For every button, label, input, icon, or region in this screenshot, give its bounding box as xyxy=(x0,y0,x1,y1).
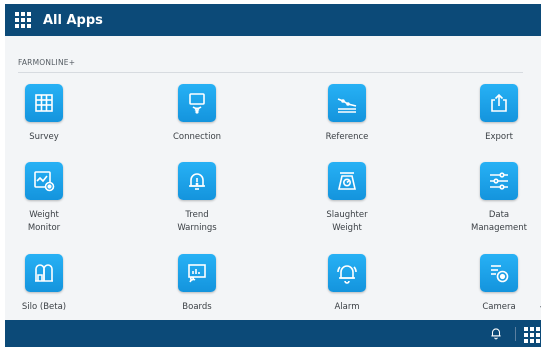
tile-label: Trend Warnings xyxy=(177,210,217,233)
tile-label: Silo (Beta) xyxy=(21,302,67,312)
section-label: FARMONLINE+ xyxy=(18,58,76,67)
page-title: All Apps xyxy=(43,12,103,28)
alarm-icon[interactable] xyxy=(328,254,366,292)
app-tile-boards[interactable]: Boards xyxy=(142,254,252,314)
app-footer xyxy=(5,320,541,347)
tile-label: Export xyxy=(485,132,513,142)
apps-grid-icon[interactable] xyxy=(524,327,540,343)
slaughter-weight-icon[interactable] xyxy=(328,162,366,200)
tile-label: Reference xyxy=(325,132,369,142)
export-icon[interactable] xyxy=(480,84,518,122)
scroll-down-arrow-icon[interactable] xyxy=(540,306,541,310)
app-header: All Apps xyxy=(5,4,541,36)
weight-monitor-icon[interactable] xyxy=(25,162,63,200)
boards-icon[interactable] xyxy=(178,254,216,292)
survey-icon[interactable] xyxy=(25,84,63,122)
tile-label: Slaughter Weight xyxy=(326,210,368,233)
footer-divider xyxy=(515,327,516,341)
tile-label: Camera xyxy=(482,302,516,312)
tile-label: Connection xyxy=(172,132,222,142)
app-tile-trend-warnings[interactable]: Trend Warnings xyxy=(142,162,252,235)
tile-label: Data Management xyxy=(471,210,527,233)
app-tile-camera[interactable]: Camera xyxy=(444,254,541,314)
app-tile-data-management[interactable]: Data Management xyxy=(444,162,541,235)
tile-label: Boards xyxy=(182,302,212,312)
app-tile-weight-monitor[interactable]: Weight Monitor xyxy=(5,162,99,235)
tile-label: Alarm xyxy=(334,302,360,312)
app-tile-survey[interactable]: Survey xyxy=(5,84,99,144)
app-tile-connection[interactable]: Connection xyxy=(142,84,252,144)
camera-icon[interactable] xyxy=(480,254,518,292)
app-tile-reference[interactable]: Reference xyxy=(292,84,402,144)
tile-label: Survey xyxy=(29,132,59,142)
app-tile-alarm[interactable]: Alarm xyxy=(292,254,402,314)
app-tile-silo[interactable]: Silo (Beta) xyxy=(5,254,99,314)
trend-warnings-icon[interactable] xyxy=(178,162,216,200)
apps-grid-icon[interactable] xyxy=(15,12,31,28)
data-management-icon[interactable] xyxy=(480,162,518,200)
bell-icon[interactable] xyxy=(489,326,503,340)
tile-label: Weight Monitor xyxy=(27,210,61,233)
apps-content: FARMONLINE+ Survey Connection Reference … xyxy=(5,36,541,320)
section-divider xyxy=(18,72,523,73)
app-tile-slaughter-weight[interactable]: Slaughter Weight xyxy=(292,162,402,235)
app-tile-export[interactable]: Export xyxy=(444,84,541,144)
reference-icon[interactable] xyxy=(328,84,366,122)
connection-icon[interactable] xyxy=(178,84,216,122)
silo-icon[interactable] xyxy=(25,254,63,292)
